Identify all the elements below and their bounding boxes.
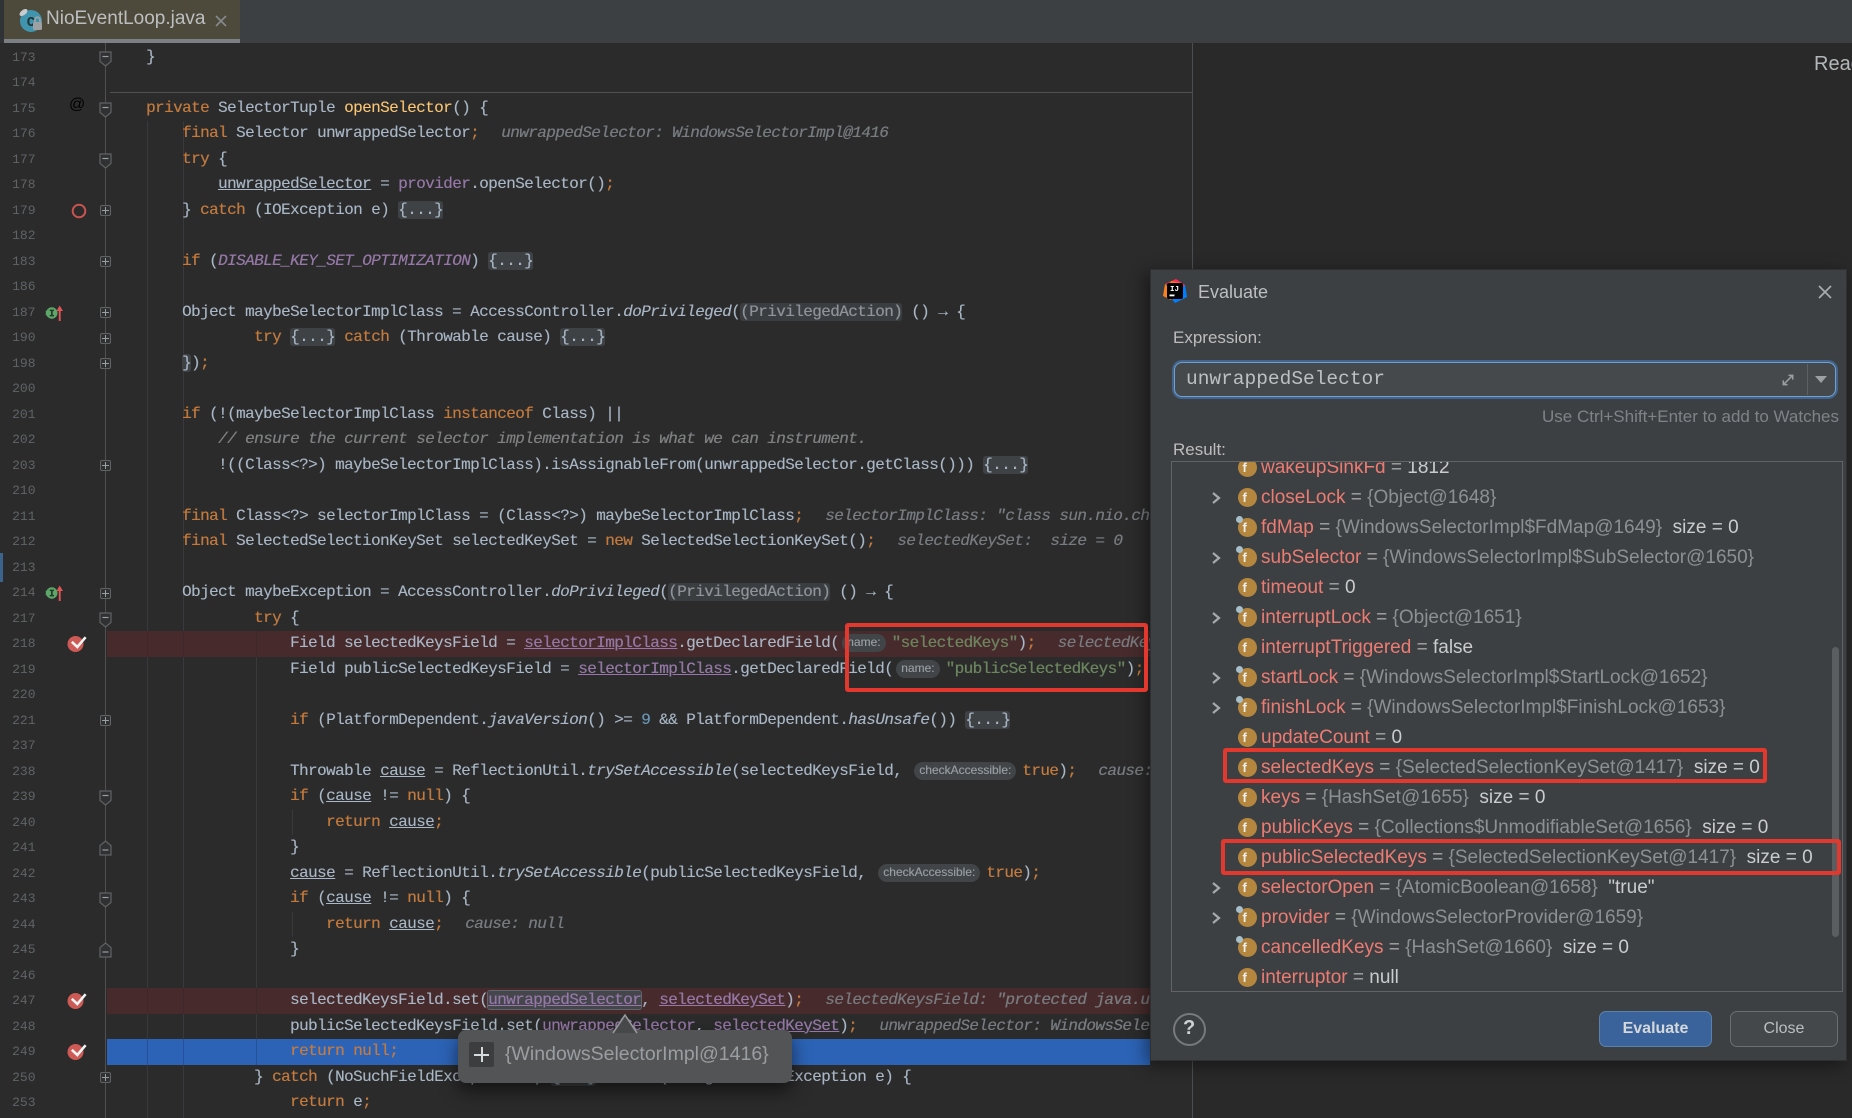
- svg-text:IJ: IJ: [1170, 286, 1179, 294]
